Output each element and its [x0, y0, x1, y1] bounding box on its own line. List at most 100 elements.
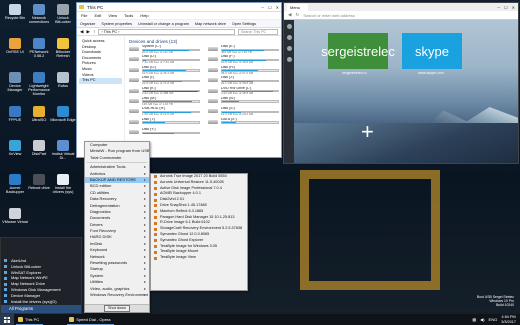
drive-item[interactable]: System (C:) 20.0 GB free of 111 GB [129, 45, 200, 54]
hard-drive-icon [129, 119, 139, 124]
start-button[interactable] [0, 314, 14, 325]
drive-info: DATA (X:) [221, 118, 279, 124]
desktop-icon[interactable]: OnRSE UI [2, 38, 28, 54]
desktop-icon[interactable]: Bitlocker Refresh [50, 38, 76, 58]
speed-dial-icon[interactable] [286, 24, 292, 29]
bookmarks-icon[interactable] [286, 46, 292, 51]
file-explorer-window[interactable]: This PC ─ ☐ ✕ File Edit View Tools Help … [76, 2, 282, 158]
reload-icon[interactable]: ↻ [296, 12, 300, 18]
up-icon[interactable]: ↑ [93, 29, 95, 34]
desktop-icon[interactable]: Network connections [26, 4, 52, 24]
search-input[interactable]: Search This PC [238, 28, 278, 35]
drive-item[interactable]: Disk (M:) 136 GB free of 1.16 TB [129, 97, 200, 106]
drive-item[interactable]: DATA (X:) [208, 118, 279, 127]
start-menu-item[interactable]: Install the drivers (sys)(D) [1, 299, 81, 305]
browser-minimize-button[interactable]: ─ [497, 5, 500, 10]
menu-file[interactable]: File [81, 13, 87, 18]
app-icon [57, 140, 69, 151]
history-icon[interactable] [286, 57, 292, 62]
browser-window[interactable]: Menu ─ ☐ ✕ ◀ ↻ Search or enter web addre… [283, 2, 519, 164]
drive-item[interactable]: Disk (T:) [129, 118, 200, 127]
network-icon[interactable]: ▦ [472, 317, 476, 322]
clock[interactable]: 4:54 PM 3/3/2017 [501, 315, 516, 324]
app-icon [57, 106, 69, 117]
desktop-icon[interactable]: Device Manager [2, 72, 28, 92]
url-input[interactable]: Search or enter web address [303, 13, 514, 18]
forward-icon[interactable]: ▶ [87, 29, 91, 35]
app-icon [33, 140, 45, 151]
desktop-icon[interactable]: Reboot drive [26, 174, 52, 190]
drive-grid: System (C:) 20.0 GB free of 111 GB Disk (E… [129, 45, 279, 137]
desktop-icon[interactable]: Recycle Bin [2, 4, 28, 20]
all-programs-button[interactable]: All Programs [1, 305, 81, 313]
program-menu-item[interactable]: Total Commander [85, 155, 149, 161]
language-indicator[interactable]: ENG [489, 317, 498, 322]
program-menu-item[interactable]: Windows Recovery Environment [85, 292, 149, 298]
hard-drive-icon [129, 67, 139, 72]
hard-drive-icon [208, 78, 218, 83]
drive-item[interactable]: Disk (D:) 7.31 GB free of 7.81 GB [129, 55, 200, 64]
drive-item[interactable]: DVD RW Drive (L:) 4.22 GB free of 48.8 GB [208, 87, 279, 96]
drive-item[interactable]: Disk (N:) [208, 97, 279, 106]
drive-free-space: 10.5 GB free of 45.4 GB [142, 70, 175, 75]
drive-item[interactable]: Disk (G:) 10.5 GB free of 45.4 GB [129, 66, 200, 75]
menu-edit[interactable]: Edit [94, 13, 101, 18]
desktop-icon[interactable]: PENetwork 0.58.2 [26, 38, 52, 58]
explorer-title: This PC [87, 4, 104, 10]
browser-close-button[interactable]: ✕ [512, 5, 515, 10]
desktop-icon[interactable]: XnView [2, 140, 28, 156]
backup-menu-item[interactable]: TeraByte Image View [151, 255, 247, 261]
hard-drive-icon [129, 88, 139, 93]
drive-item[interactable]: Disk (I:) 21.8 GB free of 71.8 GB [129, 76, 200, 85]
desktop-icon[interactable]: Rufus [50, 72, 76, 88]
uninstall-program-button[interactable]: Uninstall or change a program [138, 22, 189, 26]
drive-item[interactable]: Disk (F:) 10.8 GB free of 48.8 GB [208, 55, 279, 64]
desktop-icon[interactable]: Unlock BitLocker [50, 4, 76, 24]
back-icon[interactable]: ◀ [80, 29, 84, 35]
drive-item[interactable]: Disk (H:) 35.6 GB free of 97.6 GB [208, 66, 279, 75]
menu-help[interactable]: Help [140, 13, 148, 18]
drive-info: DVD RW Drive (L:) 4.22 GB free of 48.8 GB [221, 87, 279, 96]
close-button[interactable]: ✕ [276, 5, 279, 10]
desktop-icon[interactable]: FPPUE [2, 106, 28, 122]
desktop-icon[interactable]: Microsoft Edge [50, 106, 76, 122]
add-speed-dial-button[interactable]: + [361, 121, 374, 143]
drive-item[interactable]: Disk (J:) 22.1 GB free of 48.8 GB [208, 76, 279, 85]
drive-item[interactable]: Disk (E:) 456 GB free of 1.81 TB [208, 45, 279, 54]
browser-maximize-button[interactable]: ☐ [504, 5, 508, 10]
nav-this-pc[interactable]: This PC [79, 78, 122, 84]
desktop-icon[interactable]: Install the drivers (sys) [50, 174, 76, 194]
desktop-icon[interactable]: Lightweight Performance Monitor [26, 72, 52, 96]
desktop-icon[interactable]: Aomei Backupper [2, 174, 28, 194]
speed-dial-tile-skype[interactable]: skype [402, 33, 462, 69]
drive-item[interactable]: Disk (S:) 19.3 GB free of 29.2 GB [208, 107, 279, 116]
menu-view[interactable]: View [108, 13, 117, 18]
desktop-icon-label: UltraISO [31, 118, 47, 122]
app-icon [9, 38, 21, 49]
browser-tab[interactable]: Menu [287, 3, 309, 11]
shutdown-button[interactable]: Shut down [104, 305, 130, 312]
minimize-button[interactable]: ─ [261, 5, 264, 10]
address-bar[interactable]: › This PC › [98, 28, 235, 35]
desktop-icon[interactable]: DiskPart [26, 140, 52, 156]
volume-icon[interactable]: ◀) [480, 317, 484, 322]
menu-tools[interactable]: Tools [124, 13, 133, 18]
system-watermark: Boot USB Sergei Strelec Windows 10 Pro B… [477, 295, 514, 308]
open-settings-button[interactable]: Open Settings [232, 22, 256, 26]
drive-item[interactable]: Disk (Y:) [129, 128, 200, 137]
drive-free-space: 4.22 GB free of 48.8 GB [221, 91, 254, 96]
messenger-icon[interactable] [286, 35, 292, 40]
drive-item[interactable]: USB-HDD (R:) 1.69 GB free of 11.9 GB [129, 107, 200, 116]
desktop-icon[interactable]: UltraISO [26, 106, 52, 122]
taskbar-button-this-pc[interactable]: This PC [16, 314, 44, 325]
drive-item[interactable]: Disk (K:) 2.63 GB free of 488 GB [129, 87, 200, 96]
desktop-icon[interactable]: Imdisk Virtual Di... [50, 140, 76, 160]
speed-dial-tile-sergeistrelec[interactable]: sergeistrelec [321, 33, 395, 69]
desktop-icon[interactable]: VMware Virtual [2, 208, 28, 224]
maximize-button[interactable]: ☐ [268, 5, 272, 10]
taskbar-button-opera[interactable]: Speed Dial - Opera [67, 314, 115, 325]
map-network-drive-button[interactable]: Map network drive [195, 22, 226, 26]
back-icon[interactable]: ◀ [288, 12, 292, 18]
organize-button[interactable]: Organize [80, 22, 95, 26]
system-properties-button[interactable]: System properties [101, 22, 132, 26]
